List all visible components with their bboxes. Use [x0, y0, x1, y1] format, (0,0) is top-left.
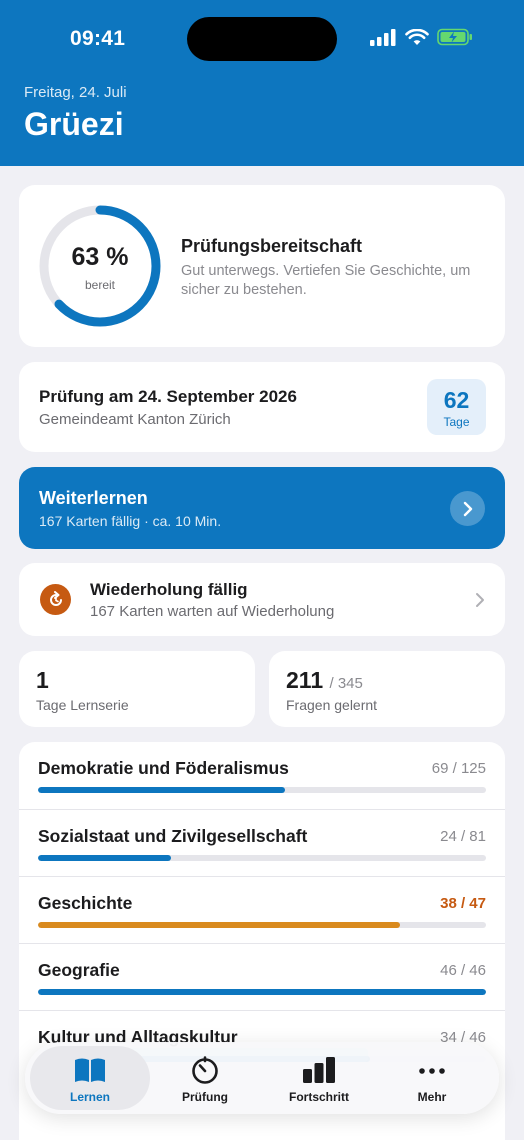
- exam-place: Gemeindeamt Kanton Zürich: [39, 411, 231, 428]
- topic-row[interactable]: Sozialstaat und Zivilgesellschaft 24 / 8…: [19, 809, 505, 876]
- timer-icon: [192, 1056, 218, 1084]
- refresh-icon: [40, 584, 71, 615]
- topic-row[interactable]: Geografie 46 / 46: [19, 943, 505, 1010]
- topic-count: 69 / 125: [431, 760, 486, 777]
- greeting-title: Grüezi: [24, 106, 124, 142]
- continue-learning-button[interactable]: Weiterlernen 167 Karten fällig · ca. 10 …: [19, 467, 505, 549]
- learned-value: 211: [286, 667, 324, 693]
- learned-total: / 345: [329, 675, 363, 692]
- chevron-right-icon: [476, 593, 484, 607]
- status-time: 09:41: [70, 27, 126, 50]
- readiness-title: Prüfungsbereitschaft: [181, 236, 363, 256]
- topic-count: 38 / 47: [440, 895, 486, 912]
- tab-label: Prüfung: [182, 1090, 228, 1104]
- continue-title: Weiterlernen: [39, 488, 148, 508]
- topic-row[interactable]: Geschichte 38 / 47: [19, 876, 505, 943]
- readiness-description: Gut unterwegs. Vertiefen Sie Geschichte,…: [181, 263, 471, 298]
- topic-progress-fill: [38, 989, 486, 995]
- topic-progress-fill: [38, 922, 401, 928]
- dynamic-island: [187, 17, 337, 61]
- topic-count: 46 / 46: [440, 962, 486, 979]
- book-icon: [75, 1058, 105, 1082]
- topic-progress-track: [38, 989, 486, 995]
- review-title: Wiederholung fällig: [90, 580, 248, 599]
- readiness-sub-label: bereit: [84, 278, 116, 292]
- topic-progress-fill: [38, 787, 286, 793]
- days-remaining-badge: 62 Tage: [427, 379, 486, 435]
- topic-name: Demokratie und Föderalismus: [38, 758, 289, 778]
- review-due-card[interactable]: Wiederholung fällig 167 Karten warten au…: [19, 563, 505, 636]
- topic-name: Geografie: [38, 960, 120, 980]
- chevron-right-icon[interactable]: [450, 491, 485, 526]
- signal-icon: [370, 28, 396, 46]
- streak-card: 1 Tage Lernserie: [19, 651, 255, 727]
- readiness-ring: 63 % bereit: [37, 203, 163, 329]
- topic-progress-track: [38, 922, 486, 928]
- tab-label: Mehr: [417, 1090, 447, 1104]
- topic-name: Geschichte: [38, 893, 133, 913]
- bar-chart-icon: [303, 1057, 335, 1083]
- topic-row[interactable]: Demokratie und Föderalismus 69 / 125: [19, 742, 505, 809]
- learned-label: Fragen gelernt: [286, 697, 378, 713]
- exam-date-title: Prüfung am 24. September 2026: [39, 387, 297, 406]
- topic-progress-track: [38, 787, 486, 793]
- status-icons: [370, 28, 473, 46]
- continue-subtitle: 167 Karten fällig · ca. 10 Min.: [39, 513, 222, 529]
- tab-mehr[interactable]: Mehr: [372, 1046, 492, 1110]
- topic-progress-track: [38, 855, 486, 861]
- battery-icon: [437, 28, 472, 46]
- date-label: Freitag, 24. Juli: [24, 84, 127, 101]
- tab-fortschritt[interactable]: Fortschritt: [259, 1046, 379, 1110]
- header: 09:41 Freitag, 24. Juli Grüezi: [0, 0, 524, 166]
- wifi-icon: [405, 28, 429, 45]
- tab-pruefung[interactable]: Prüfung: [145, 1046, 265, 1110]
- exam-card[interactable]: Prüfung am 24. September 2026 Gemeindeam…: [19, 362, 505, 452]
- streak-label: Tage Lernserie: [36, 697, 129, 713]
- tab-bar: Lernen Prüfung Fortschritt Mehr: [25, 1042, 499, 1114]
- more-icon: [419, 1068, 445, 1074]
- topic-name: Sozialstaat und Zivilgesellschaft: [38, 826, 308, 846]
- readiness-card[interactable]: 63 % bereit Prüfungsbereitschaft Gut unt…: [19, 185, 505, 347]
- learned-stat: 211 / 345: [286, 667, 363, 694]
- tab-label: Fortschritt: [289, 1090, 349, 1104]
- topic-progress-fill: [38, 855, 171, 861]
- days-remaining-label: Tage: [443, 415, 470, 429]
- topic-count: 24 / 81: [440, 828, 486, 845]
- learned-card: 211 / 345 Fragen gelernt: [269, 651, 505, 727]
- tab-label: Lernen: [69, 1090, 110, 1104]
- tab-lernen[interactable]: Lernen: [30, 1046, 150, 1110]
- days-remaining-value: 62: [443, 387, 470, 413]
- streak-value: 1: [36, 667, 49, 693]
- review-subtitle: 167 Karten warten auf Wiederholung: [90, 603, 335, 620]
- readiness-percent: 63 %: [71, 243, 129, 271]
